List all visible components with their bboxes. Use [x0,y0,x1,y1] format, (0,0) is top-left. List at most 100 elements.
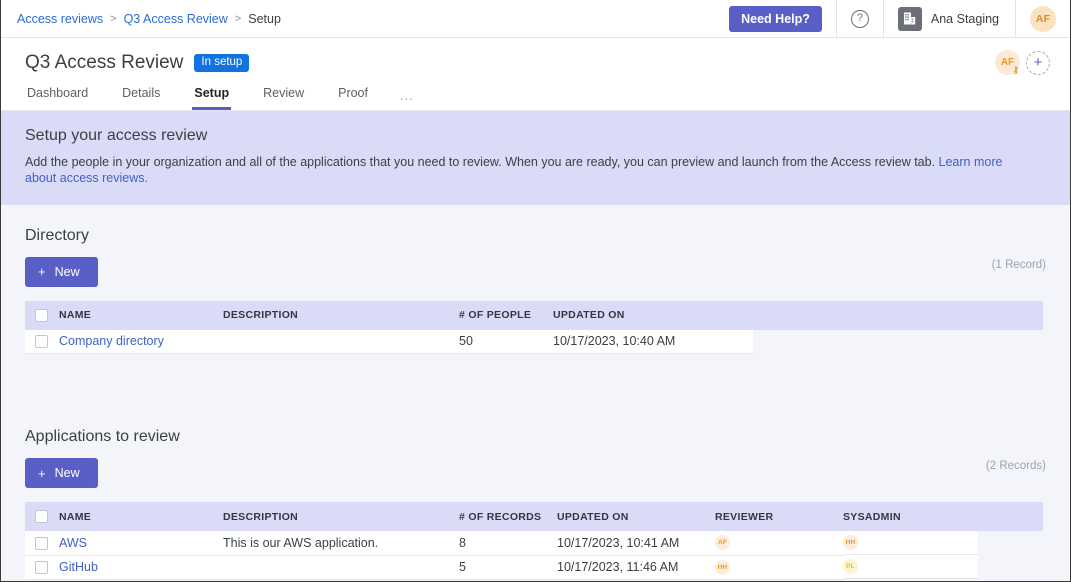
directory-row-updated-on: 10/17/2023, 10:40 AM [553,329,1043,354]
tab-details[interactable]: Details [120,84,162,110]
select-all-checkbox[interactable] [35,308,48,322]
directory-name-link[interactable]: Company directory [59,334,164,348]
sysadmin-avatar[interactable]: PL [843,559,858,574]
building-icon [897,6,922,31]
applications-column-records: # OF RECORDS [459,502,557,531]
applications-row-description [223,555,459,580]
applications-row-name: GitHub [59,555,223,580]
breadcrumb-separator: > [110,12,117,25]
reviewer-avatar[interactable]: HH [715,559,730,575]
applications-row-sysadmin: HH [843,531,1043,555]
row-checkbox[interactable] [35,536,48,550]
banner-text: Add the people in your organization and … [25,155,939,169]
applications-row-select [25,531,59,556]
directory-record-count: (1 Record) [991,258,1046,271]
applications-row-updated-on: 10/17/2023, 11:46 AM [557,555,715,580]
applications-section: Applications to review + New (2 Records)… [25,406,1046,580]
header-divider [882,0,884,38]
applications-row-sysadmin: PL [843,555,1043,579]
row-checkbox[interactable] [35,335,48,349]
directory-column-name: NAME [59,300,223,330]
applications-new-label: New [54,466,80,480]
applications-row-records: 8 [459,531,557,556]
organization-name: Ana Staging [930,11,999,26]
header-divider [1015,0,1016,38]
applications-row-name: AWS [59,531,223,556]
applications-column-sysadmin: SYSADMIN [843,502,1043,531]
directory-table: NAME DESCRIPTION # OF PEOPLE UPDATED ON … [25,300,1043,354]
page-content: Directory + New (1 Record) NAME DESCRIPT… [1,204,1070,580]
user-avatar[interactable]: AF [1030,5,1056,32]
applications-table-header-row: NAME DESCRIPTION # OF RECORDS UPDATED ON… [25,502,1043,531]
tab-dashboard[interactable]: Dashboard [25,84,90,110]
applications-row-updated-on: 10/17/2023, 10:41 AM [557,531,715,556]
tab-review[interactable]: Review [261,84,306,110]
setup-info-banner: Setup your access review Add the people … [1,111,1070,205]
directory-select-all-header [25,300,59,330]
add-person-button[interactable]: + [1026,50,1050,75]
owner-avatar[interactable]: AF ⚷ [995,50,1020,75]
directory-section-title: Directory [25,226,90,244]
breadcrumb-separator: > [234,12,242,25]
directory-updated-on-value: 10/17/2023, 10:40 AM [553,334,676,348]
applications-row-select [25,555,59,580]
table-row[interactable]: Company directory 50 10/17/2023, 10:40 A… [25,329,1043,354]
directory-new-button[interactable]: + New [25,256,98,287]
breadcrumb-item-q3-access-review[interactable]: Q3 Access Review [124,12,228,26]
top-header-bar: Access reviews > Q3 Access Review > Setu… [1,0,1070,38]
need-help-button[interactable]: Need Help? [729,5,822,32]
applications-section-title: Applications to review [25,428,180,445]
status-badge: In setup [194,53,250,73]
breadcrumb: Access reviews > Q3 Access Review > Setu… [17,12,281,26]
applications-new-button[interactable]: + New [25,458,98,488]
table-row[interactable]: GitHub 5 10/17/2023, 11:46 AM HH PL [25,555,1043,580]
row-checkbox[interactable] [35,561,48,575]
sysadmin-avatar[interactable]: HH [843,535,858,550]
table-row[interactable]: AWS This is our AWS application. 8 10/17… [25,531,1043,556]
application-name-link[interactable]: GitHub [59,560,98,574]
tab-proof[interactable]: Proof [336,84,370,110]
directory-column-people: # OF PEOPLE [459,300,553,330]
plus-icon: + [38,465,46,481]
select-all-checkbox[interactable] [35,510,48,523]
directory-new-label: New [54,264,80,279]
tab-overflow-button[interactable]: ... [400,88,414,110]
directory-row-description [223,329,459,354]
breadcrumb-item-access-reviews[interactable]: Access reviews [17,12,103,26]
applications-row-reviewer: AF [715,531,843,556]
page-header: Q3 Access Review In setup AF ⚷ + [1,38,1070,75]
applications-column-name: NAME [59,502,223,531]
top-header-actions: Need Help? ? Ana Staging AF [729,0,1070,38]
organization-selector[interactable]: Ana Staging [897,6,1001,31]
banner-description: Add the people in your organization and … [25,154,1035,187]
breadcrumb-item-setup: Setup [248,11,281,26]
directory-row-name: Company directory [59,329,223,354]
applications-column-description: DESCRIPTION [223,502,459,531]
application-window: Access reviews > Q3 Access Review > Setu… [0,0,1071,582]
title-row: Q3 Access Review In setup [25,52,1046,74]
page-header-people: AF ⚷ + [995,50,1050,75]
question-mark-circle-icon[interactable]: ? [850,9,869,28]
page-title: Q3 Access Review [25,52,184,73]
directory-table-header-row: NAME DESCRIPTION # OF PEOPLE UPDATED ON [25,300,1043,330]
applications-select-all-header [25,502,59,531]
plus-icon: + [38,264,46,279]
directory-row-people: 50 [459,329,553,354]
applications-record-count: (2 Records) [985,460,1046,472]
directory-column-updated-on: UPDATED ON [553,300,1043,330]
applications-row-reviewer: HH [715,555,843,580]
tab-bar: Dashboard Details Setup Review Proof ... [1,74,1070,111]
directory-row-select [25,329,59,354]
applications-row-description: This is our AWS application. [223,531,459,556]
applications-column-updated-on: UPDATED ON [557,502,715,531]
applications-table: NAME DESCRIPTION # OF RECORDS UPDATED ON… [25,502,1043,580]
directory-section: Directory + New (1 Record) NAME DESCRIPT… [25,205,1046,354]
application-name-link[interactable]: AWS [59,536,87,550]
banner-title: Setup your access review [25,127,208,144]
key-icon: ⚷ [1012,65,1019,75]
header-divider [835,0,837,38]
tab-setup[interactable]: Setup [192,84,232,110]
applications-column-reviewer: REVIEWER [715,502,843,531]
reviewer-avatar[interactable]: AF [715,535,730,551]
